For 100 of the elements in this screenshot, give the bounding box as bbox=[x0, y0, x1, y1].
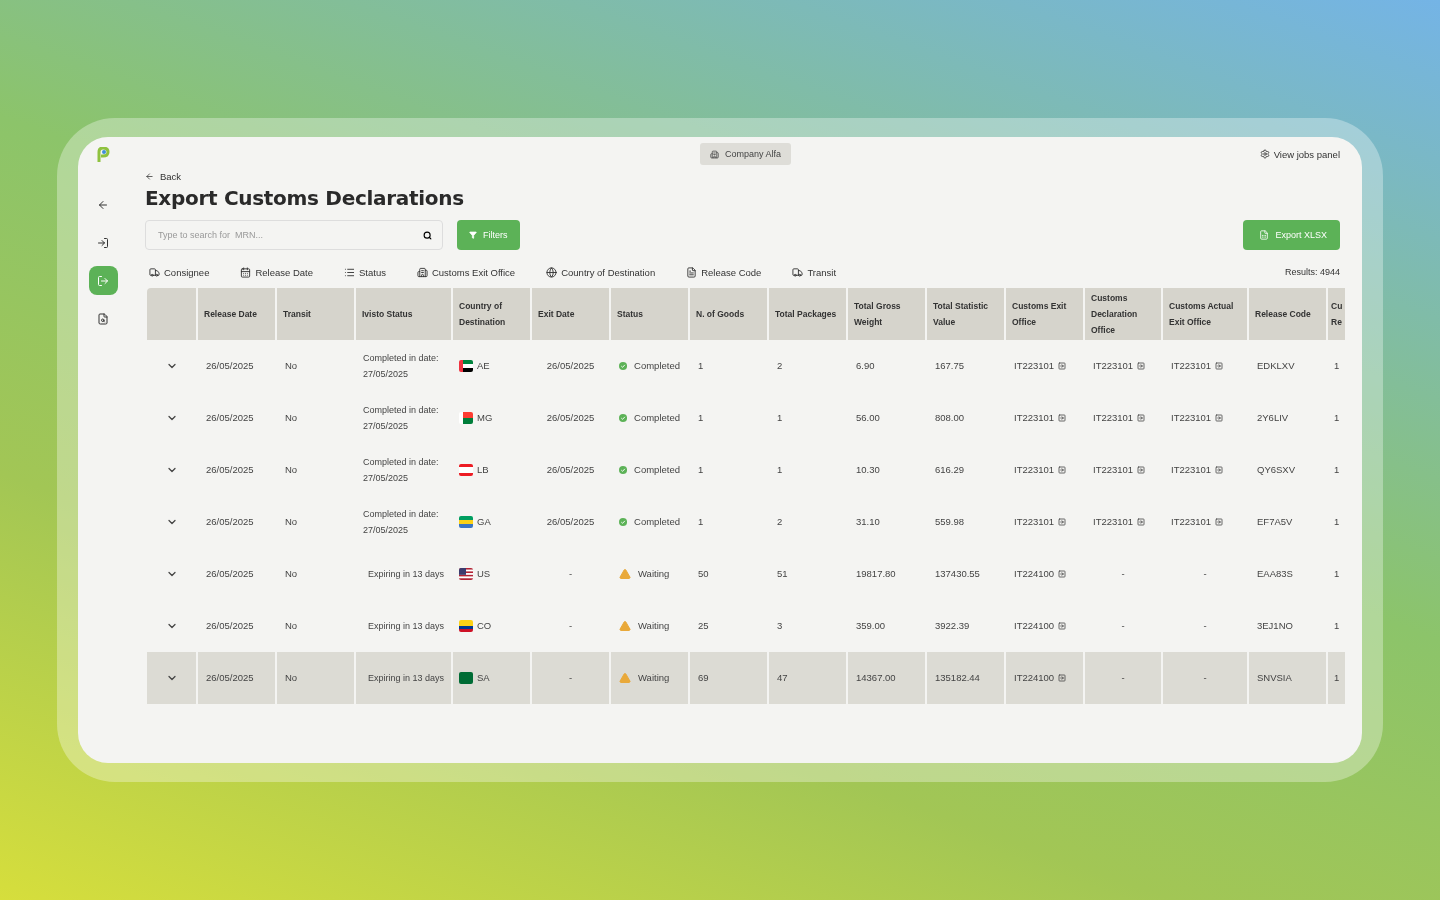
open-box-icon[interactable] bbox=[1215, 362, 1224, 370]
list-icon bbox=[344, 266, 355, 278]
table-cell: 26/05/2025 bbox=[198, 652, 277, 704]
table-cell-text: EAA83S bbox=[1256, 567, 1294, 581]
open-box-icon[interactable] bbox=[1215, 518, 1224, 526]
table-cell-text: 1 bbox=[1333, 515, 1341, 529]
column-header: Status bbox=[611, 288, 690, 340]
open-box-icon[interactable] bbox=[1137, 414, 1146, 422]
open-box-icon[interactable] bbox=[1058, 466, 1067, 474]
table-cell-text: Completed in date: 27/05/2025 bbox=[362, 508, 440, 537]
table-cell: IT223101 bbox=[1085, 340, 1163, 392]
search-input[interactable]: Type to search for MRN... bbox=[156, 229, 423, 241]
table-cell-text: Expiring in 13 days bbox=[366, 568, 445, 581]
document-icon bbox=[686, 266, 698, 278]
open-box-icon[interactable] bbox=[1058, 570, 1067, 578]
table-cell: 1 bbox=[1328, 652, 1345, 704]
table-cell-text: 137430.55 bbox=[934, 567, 981, 581]
back-link[interactable]: Back bbox=[145, 171, 182, 182]
company-selector[interactable]: Company Alfa bbox=[700, 143, 792, 165]
sidebar-item[interactable] bbox=[88, 266, 118, 295]
table-cell-text: 1 bbox=[1333, 411, 1341, 425]
table-cell: IT223101 bbox=[1006, 444, 1085, 496]
table-cell: MG bbox=[453, 392, 532, 444]
table-cell-text: 26/05/2025 bbox=[205, 567, 255, 581]
view-jobs-link[interactable]: View jobs panel bbox=[1259, 148, 1340, 160]
open-box-icon[interactable] bbox=[1058, 518, 1067, 526]
table-cell-text: 50 bbox=[697, 567, 710, 581]
table-cell-text: 808.00 bbox=[934, 411, 966, 425]
table-cell-text: - bbox=[1202, 567, 1208, 581]
table-cell-text: 1 bbox=[1333, 359, 1341, 373]
open-box-icon[interactable] bbox=[1137, 362, 1146, 370]
column-header: Release Date bbox=[198, 288, 277, 340]
table-cell-text: Expiring in 13 days bbox=[366, 620, 445, 633]
column-header: Customs Actual Exit Office bbox=[1163, 288, 1249, 340]
table-cell: IT223101 bbox=[1085, 392, 1163, 444]
check-circle-icon bbox=[619, 411, 628, 425]
settings-icon bbox=[1259, 149, 1270, 159]
page-title: Export Customs Declarations bbox=[145, 186, 465, 210]
table-cell-text: 616.29 bbox=[934, 463, 966, 477]
table-cell: 135182.44 bbox=[927, 652, 1006, 704]
filter-chip[interactable]: Status bbox=[340, 266, 386, 278]
table-cell-text: 26/05/2025 bbox=[205, 411, 255, 425]
open-box-icon[interactable] bbox=[1137, 518, 1146, 526]
filter-chip[interactable]: Customs Exit Office bbox=[412, 266, 516, 278]
table-cell-text: 1 bbox=[697, 463, 705, 477]
table-cell: - bbox=[532, 652, 611, 704]
table-cell: 69 bbox=[690, 652, 769, 704]
column-header: N. of Goods bbox=[690, 288, 769, 340]
document-search-icon bbox=[97, 312, 109, 325]
check-circle-icon bbox=[619, 515, 628, 529]
check-circle-icon bbox=[619, 463, 628, 477]
back-arrow-icon bbox=[97, 198, 109, 211]
table-cell-text: 31.10 bbox=[855, 515, 881, 529]
table-cell: 47 bbox=[769, 652, 848, 704]
table-cell: 14367.00 bbox=[848, 652, 927, 704]
table-cell: IT224100 bbox=[1006, 652, 1085, 704]
open-box-icon[interactable] bbox=[1058, 414, 1067, 422]
table-cell-text: 26/05/2025 bbox=[205, 515, 255, 529]
table-cell-text: No bbox=[284, 619, 299, 633]
open-box-icon[interactable] bbox=[1215, 414, 1224, 422]
table-cell-text: 26/05/2025 bbox=[205, 463, 255, 477]
table-cell-text: 25 bbox=[697, 619, 710, 633]
column-header: Transit bbox=[277, 288, 356, 340]
open-box-icon[interactable] bbox=[1058, 622, 1067, 630]
table-cell-text: 56.00 bbox=[855, 411, 881, 425]
table-cell-text: 1 bbox=[776, 463, 784, 477]
table-cell-text: Completed in date: 27/05/2025 bbox=[362, 352, 440, 381]
table-cell: Waiting bbox=[611, 548, 690, 600]
flag-icon bbox=[459, 412, 473, 424]
open-box-icon[interactable] bbox=[1137, 466, 1146, 474]
search-field[interactable]: Type to search for MRN... bbox=[145, 220, 443, 250]
table-cell-text: No bbox=[284, 567, 299, 581]
logout-icon bbox=[97, 274, 109, 287]
filter-chip[interactable]: Transit bbox=[788, 266, 837, 278]
table-cell: - bbox=[1163, 652, 1249, 704]
table-cell: SNVSIA bbox=[1249, 652, 1328, 704]
table-cell: - bbox=[1085, 652, 1163, 704]
filter-chip[interactable]: Country of Destination bbox=[542, 266, 656, 278]
filter-chip[interactable]: Release Code bbox=[682, 266, 762, 278]
open-box-icon[interactable] bbox=[1058, 362, 1067, 370]
table-cell-text: 26/05/2025 bbox=[545, 463, 596, 477]
warning-icon bbox=[619, 568, 631, 580]
table-cell-text: No bbox=[284, 411, 299, 425]
table-cell: IT223101 bbox=[1006, 392, 1085, 444]
filter-chip[interactable]: Release Date bbox=[236, 266, 313, 278]
column-header bbox=[147, 288, 198, 340]
column-header: Total Gross Weight bbox=[848, 288, 927, 340]
open-box-icon[interactable] bbox=[1215, 466, 1224, 474]
filter-chip[interactable]: Consignee bbox=[145, 266, 210, 278]
table-cell-text: Completed in date: 27/05/2025 bbox=[362, 404, 440, 433]
back-arrow-icon bbox=[145, 172, 154, 181]
table-cell-text: 51 bbox=[776, 567, 789, 581]
table-cell-text: 1 bbox=[697, 515, 705, 529]
table-cell-text: 26/05/2025 bbox=[545, 359, 596, 373]
flag-icon bbox=[459, 620, 473, 632]
table-cell: CO bbox=[453, 600, 532, 652]
table-cell: GA bbox=[453, 496, 532, 548]
open-box-icon[interactable] bbox=[1058, 674, 1067, 682]
flag-icon bbox=[459, 568, 473, 580]
table-cell-text: 3EJ1NO bbox=[1256, 619, 1294, 633]
